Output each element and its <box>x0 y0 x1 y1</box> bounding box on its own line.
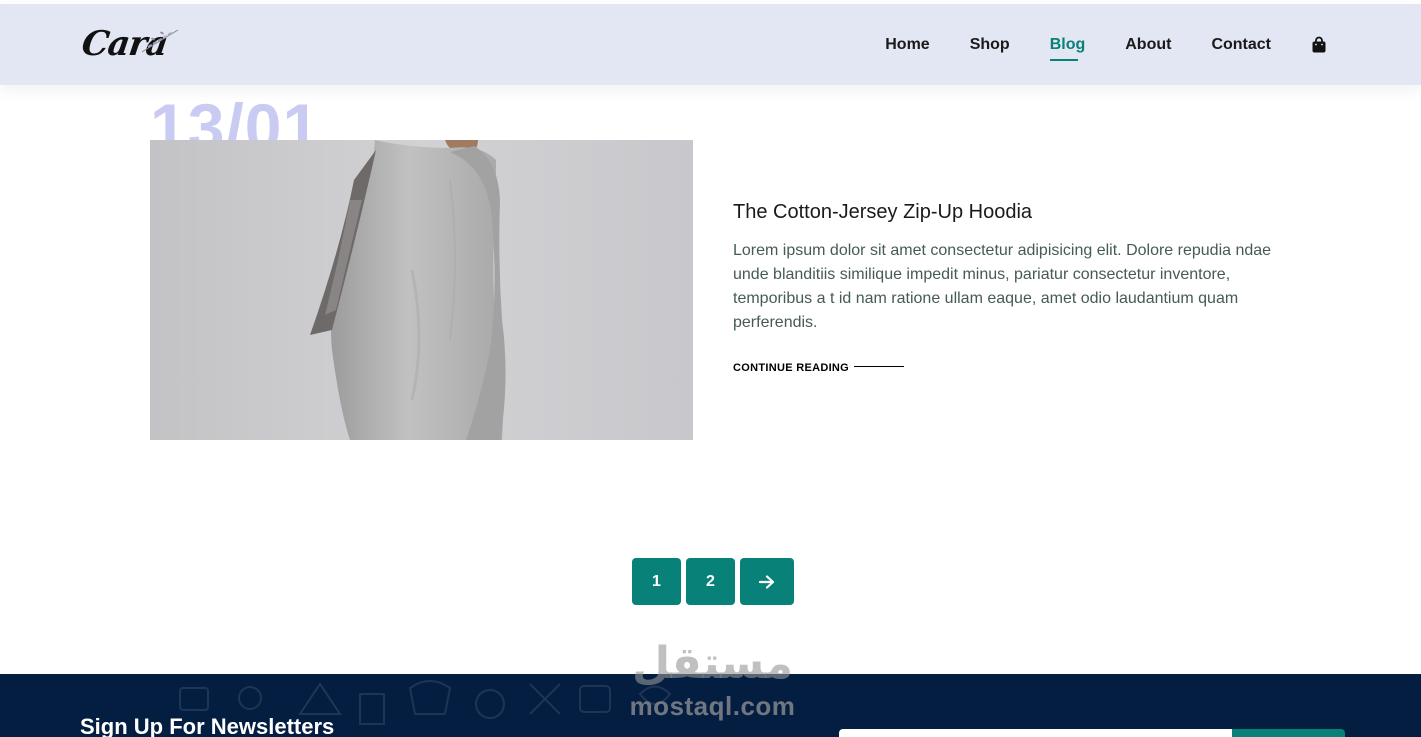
watermark-latin: mostaql.com <box>629 691 796 721</box>
watermark: مستقل mostaql.com <box>620 636 805 720</box>
nav-contact[interactable]: Contact <box>1211 36 1271 54</box>
nav-shop[interactable]: Shop <box>970 36 1010 54</box>
newsletter-title: Sign Up For Newsletters <box>80 714 335 737</box>
shopping-bag-icon[interactable] <box>1311 36 1327 53</box>
model-sweater-image <box>150 140 693 440</box>
newsletter-email-input[interactable] <box>839 729 1232 737</box>
page-2-button[interactable]: 2 <box>686 558 735 605</box>
pagination: 1 2 <box>632 558 794 605</box>
watermark-arabic: مستقل <box>632 638 793 689</box>
post-image[interactable] <box>150 140 693 440</box>
site-header: Cara Home Shop Blog About Contact <box>0 4 1421 85</box>
arrow-right-icon <box>759 574 775 589</box>
lavender-sprig-icon <box>141 29 179 53</box>
continue-reading-underline <box>854 366 904 367</box>
page-1-button[interactable]: 1 <box>632 558 681 605</box>
post-title: The Cotton-Jersey Zip-Up Hoodia <box>733 201 1033 223</box>
continue-reading-link[interactable]: CONTINUE READING <box>733 362 849 374</box>
logo[interactable]: Cara <box>79 22 180 68</box>
nav-blog[interactable]: Blog <box>1049 36 1085 61</box>
nav-about[interactable]: About <box>1125 36 1171 54</box>
next-page-button[interactable] <box>740 558 794 605</box>
post-excerpt: Lorem ipsum dolor sit amet consectetur a… <box>733 242 1272 331</box>
newsletter-signup-button[interactable] <box>1232 729 1345 737</box>
nav-home[interactable]: Home <box>885 36 929 54</box>
main-nav: Home Shop Blog About Contact <box>845 4 1327 85</box>
